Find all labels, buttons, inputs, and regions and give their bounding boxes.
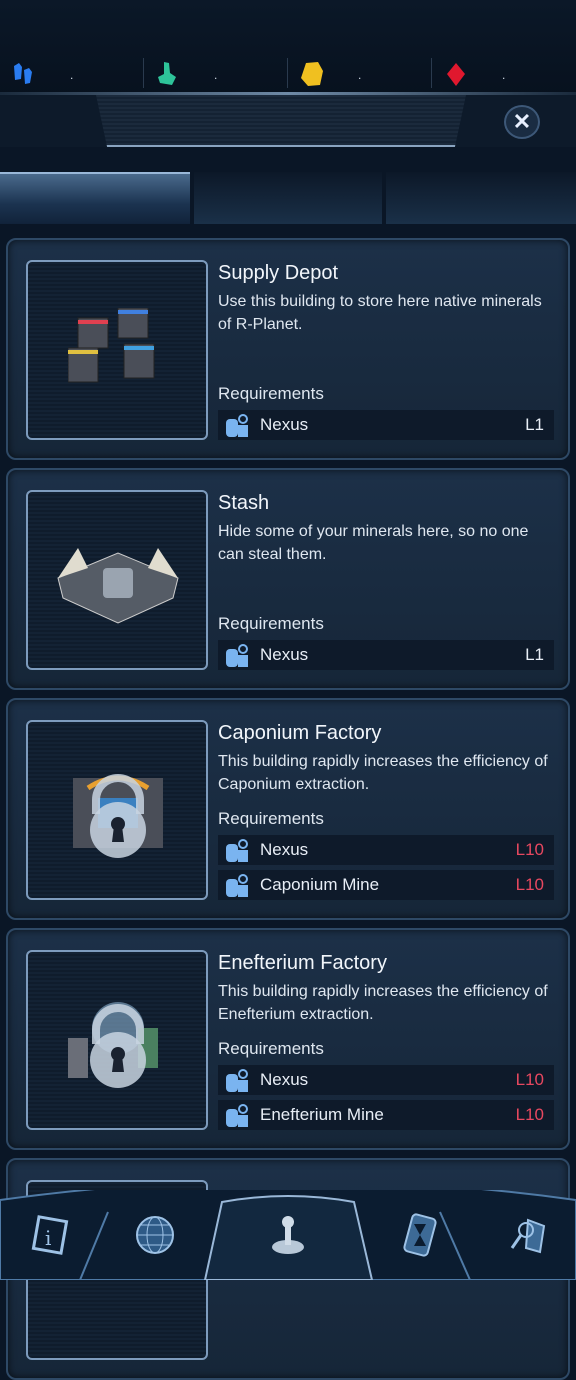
blue-crystal-icon xyxy=(14,63,32,84)
close-button[interactable]: ✕ xyxy=(504,105,540,139)
requirement-row: Nexus L1 xyxy=(218,410,554,440)
requirement-name: Nexus xyxy=(260,1070,309,1089)
building-requirement-icon xyxy=(226,1069,248,1092)
requirement-level: L10 xyxy=(515,1105,544,1124)
requirement-level: L10 xyxy=(515,875,544,894)
nav-info[interactable]: i xyxy=(20,1190,80,1280)
requirement-level: L10 xyxy=(515,840,544,859)
requirements: Requirements Nexus L1 xyxy=(218,614,554,670)
globe-icon xyxy=(136,1216,174,1254)
building-description: This building rapidly increases the effi… xyxy=(218,753,548,793)
building-image xyxy=(26,720,208,900)
resource-red: . xyxy=(432,56,576,92)
lock-icon xyxy=(90,1004,146,1088)
resource-value: . xyxy=(358,68,362,82)
requirement-row: Nexus L1 xyxy=(218,640,554,670)
requirement-name: Nexus xyxy=(260,415,309,434)
gold-crystal-icon xyxy=(301,62,323,86)
building-card[interactable]: Stash Hide some of your minerals here, s… xyxy=(6,468,570,690)
building-requirement-icon xyxy=(226,839,248,862)
building-image xyxy=(26,950,208,1130)
requirement-level: L1 xyxy=(525,415,544,434)
requirements: Requirements Nexus L1 xyxy=(218,384,554,440)
building-image xyxy=(26,490,208,670)
joystick-icon xyxy=(272,1216,304,1254)
requirements: Requirements Nexus L10 Enefterium Mine L… xyxy=(218,1039,554,1130)
stash-image xyxy=(57,548,179,624)
info-icon: i xyxy=(31,1215,69,1255)
building-card[interactable]: Enefterium Factory This building rapidly… xyxy=(6,928,570,1150)
building-description: This building rapidly increases the effi… xyxy=(218,983,548,1023)
building-requirement-icon xyxy=(226,414,248,437)
header-bar xyxy=(0,95,576,147)
resource-value: . xyxy=(214,68,218,82)
requirement-row: Nexus L10 xyxy=(218,835,554,865)
resource-blue: . xyxy=(0,56,144,92)
requirement-name: Nexus xyxy=(260,840,309,859)
building-image xyxy=(26,260,208,440)
resource-bar: . . . . xyxy=(0,0,576,96)
tab-1[interactable] xyxy=(0,172,190,224)
nav-history[interactable] xyxy=(390,1190,450,1280)
building-description: Hide some of your minerals here, so no o… xyxy=(218,523,529,563)
header-title-plate xyxy=(96,95,466,147)
building-title: Supply Depot xyxy=(218,262,339,284)
green-crystal-icon xyxy=(158,62,176,85)
requirements-label: Requirements xyxy=(218,1039,324,1058)
requirements-label: Requirements xyxy=(218,384,324,403)
requirements-label: Requirements xyxy=(218,809,324,828)
requirement-row: Caponium Mine L10 xyxy=(218,870,554,900)
building-card[interactable]: Caponium Factory This building rapidly i… xyxy=(6,698,570,920)
building-requirement-icon xyxy=(226,1104,248,1127)
requirements: Requirements Nexus L10 Caponium Mine L10 xyxy=(218,809,554,900)
red-crystal-icon xyxy=(447,63,465,86)
resource-gold: . xyxy=(288,56,432,92)
hourglass-icon xyxy=(403,1213,437,1257)
bottom-nav: i xyxy=(0,1190,576,1280)
resource-value: . xyxy=(70,68,74,82)
building-requirement-icon xyxy=(226,874,248,897)
close-icon: ✕ xyxy=(512,109,532,134)
nav-buildings[interactable] xyxy=(258,1190,318,1280)
tab-2[interactable] xyxy=(194,172,382,224)
building-card[interactable]: Supply Depot Use this building to store … xyxy=(6,238,570,460)
requirement-level: L1 xyxy=(525,645,544,664)
requirement-row: Nexus L10 xyxy=(218,1065,554,1095)
requirement-name: Nexus xyxy=(260,645,309,664)
building-requirement-icon xyxy=(226,644,248,667)
building-title: Caponium Factory xyxy=(218,722,382,744)
requirement-row: Enefterium Mine L10 xyxy=(218,1100,554,1130)
tab-3[interactable] xyxy=(386,172,576,224)
building-description: Use this building to store here native m… xyxy=(218,293,542,333)
resource-value: . xyxy=(502,68,506,82)
research-icon xyxy=(510,1218,546,1254)
svg-text:i: i xyxy=(45,1226,51,1250)
resource-green: . xyxy=(144,56,288,92)
building-title: Enefterium Factory xyxy=(218,952,387,974)
nav-research[interactable] xyxy=(500,1190,560,1280)
lock-icon xyxy=(90,774,146,858)
supply-depot-image xyxy=(68,308,155,383)
requirements-label: Requirements xyxy=(218,614,324,633)
requirement-name: Caponium Mine xyxy=(260,875,380,894)
nav-map[interactable] xyxy=(125,1190,185,1280)
requirement-name: Enefterium Mine xyxy=(260,1105,384,1124)
building-title: Stash xyxy=(218,492,270,514)
requirement-level: L10 xyxy=(515,1070,544,1089)
